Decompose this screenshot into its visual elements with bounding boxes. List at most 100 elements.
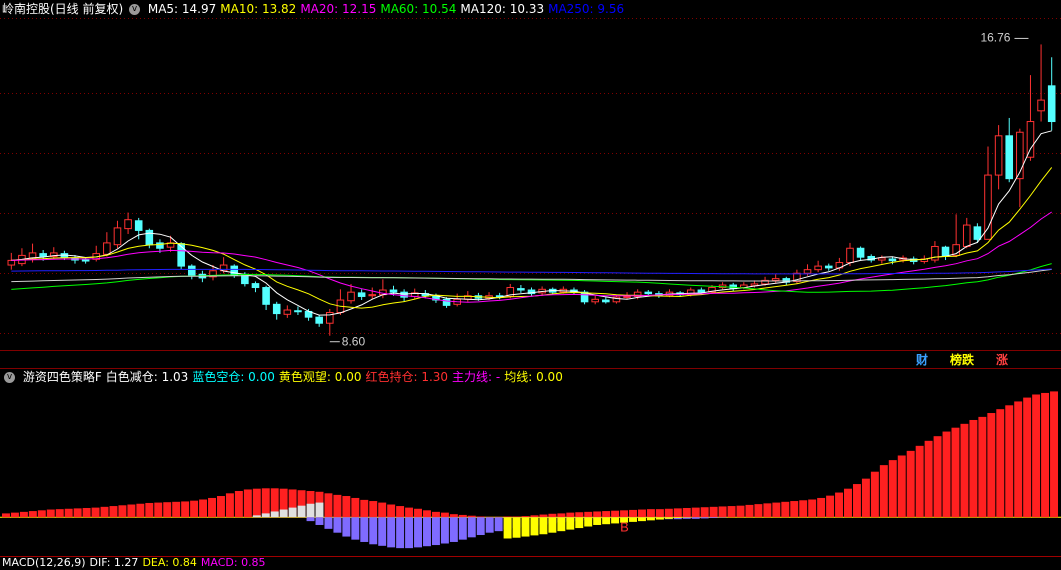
hist-red-104 (934, 436, 942, 517)
candle-body-10 (114, 228, 121, 245)
hist-2-44 (701, 517, 709, 518)
hist-2-15 (441, 517, 449, 543)
hist-red-21 (190, 501, 198, 518)
hist-3-15 (638, 517, 646, 521)
ma-legend-item-5: MA250: 9.56 (548, 2, 624, 16)
hist-red-88 (790, 501, 798, 517)
hist-red-111 (996, 409, 1004, 517)
indicator-legend-item-3: 黄色观望: 0.00 (279, 370, 362, 384)
stock-tag-1[interactable]: 榜跌 (950, 353, 974, 367)
candle-body-17 (188, 266, 195, 275)
hist-red-19 (172, 502, 180, 517)
hist-red-22 (199, 499, 207, 517)
hist-red-62 (557, 513, 565, 517)
hist-red-42 (378, 503, 386, 518)
four-color-strategy-histogram[interactable] (0, 391, 1061, 548)
hist-red-92 (826, 496, 834, 518)
hist-red-41 (369, 501, 377, 517)
hist-red-12 (109, 506, 117, 517)
stock-chart-canvas[interactable]: 16.768.60B (0, 0, 1061, 565)
ma-line-10 (11, 167, 1051, 308)
hist-red-97 (871, 472, 879, 518)
hist-red-73 (656, 509, 664, 517)
hist-red-81 (728, 506, 736, 517)
hist-red-71 (638, 510, 646, 518)
indicator-toggle-icon[interactable]: v (4, 372, 15, 383)
hist-red-37 (333, 495, 341, 517)
macd-legend-item-2: DEA: 0.84 (142, 556, 196, 569)
hist-red-24 (217, 496, 225, 517)
candlestick-chart[interactable] (8, 44, 1055, 335)
hist-2-14 (432, 517, 440, 545)
hist-3-5 (548, 517, 556, 532)
macd-legend-item-1: DIF: 1.27 (90, 556, 139, 569)
hist-red-101 (907, 451, 915, 517)
hist-3-7 (566, 517, 574, 529)
ma-legend-item-1: MA10: 13.82 (220, 2, 296, 16)
candle-body-24 (263, 288, 270, 305)
stock-tag-0[interactable]: 财 (916, 353, 928, 367)
hist-2-16 (450, 517, 458, 542)
candle-body-77 (825, 266, 832, 268)
hist-red-64 (575, 512, 583, 517)
macd-legend-item-3: MACD: 0.85 (201, 556, 266, 569)
hist-red-95 (853, 484, 861, 517)
hist-red-107 (960, 424, 968, 517)
ma-legend-item-4: MA120: 10.33 (460, 2, 544, 16)
hist-1-3 (280, 510, 288, 518)
hist-red-8 (74, 508, 82, 517)
hist-3-16 (647, 517, 655, 520)
hist-red-50 (450, 514, 458, 517)
hist-red-20 (181, 501, 189, 517)
candle-body-56 (603, 300, 610, 302)
candle-body-13 (146, 230, 153, 244)
collapse-toggle-icon[interactable]: v (129, 4, 140, 15)
stock-tag-2[interactable]: 涨 (996, 353, 1008, 367)
hist-red-29 (262, 488, 270, 517)
hist-red-65 (584, 512, 592, 517)
hist-2-10 (396, 517, 404, 548)
moving-average-lines (11, 131, 1051, 315)
hist-red-63 (566, 513, 574, 518)
hist-red-0 (2, 513, 10, 517)
hist-2-4 (342, 517, 350, 536)
hist-red-10 (92, 508, 100, 518)
hist-red-70 (629, 510, 637, 517)
candle-body-72 (772, 279, 779, 281)
hist-red-106 (952, 428, 960, 518)
candle-body-58 (624, 296, 631, 297)
annotations: 16.768.60B (330, 30, 1029, 534)
hist-red-56 (504, 516, 512, 517)
hist-red-75 (674, 508, 682, 517)
hist-3-6 (557, 517, 565, 531)
candle-body-36 (390, 290, 397, 292)
ma-line-5 (11, 131, 1051, 315)
candle-body-55 (592, 299, 599, 301)
hist-red-103 (925, 441, 933, 517)
indicator-legend: 游资四色策略F白色减仓: 1.03蓝色空仓: 0.00黄色观望: 0.00红色持… (23, 370, 567, 384)
hist-red-112 (1005, 405, 1013, 517)
hist-3-14 (629, 517, 637, 522)
hist-2-2 (324, 517, 332, 529)
ma-legend-item-3: MA60: 10.54 (380, 2, 456, 16)
hist-2-8 (378, 517, 386, 546)
hist-red-79 (710, 507, 718, 517)
hist-2-21 (495, 517, 503, 531)
hist-red-91 (817, 498, 825, 517)
candle-body-75 (804, 270, 811, 274)
hist-red-108 (969, 420, 977, 517)
hist-red-67 (602, 511, 610, 517)
hist-red-57 (513, 516, 521, 517)
candle-body-11 (125, 220, 132, 229)
hist-red-44 (396, 506, 404, 517)
hist-red-74 (665, 509, 673, 517)
candle-body-93 (995, 136, 1002, 175)
hist-3-3 (531, 517, 539, 535)
hist-red-68 (611, 511, 619, 518)
hist-red-66 (593, 511, 601, 517)
hist-1-7 (316, 503, 324, 518)
candle-body-97 (1038, 100, 1045, 111)
macd-legend: MACD(12,26,9)DIF: 1.27DEA: 0.84MACD: 0.8… (2, 556, 270, 569)
candle-body-76 (815, 266, 822, 270)
hist-red-1 (11, 513, 19, 518)
